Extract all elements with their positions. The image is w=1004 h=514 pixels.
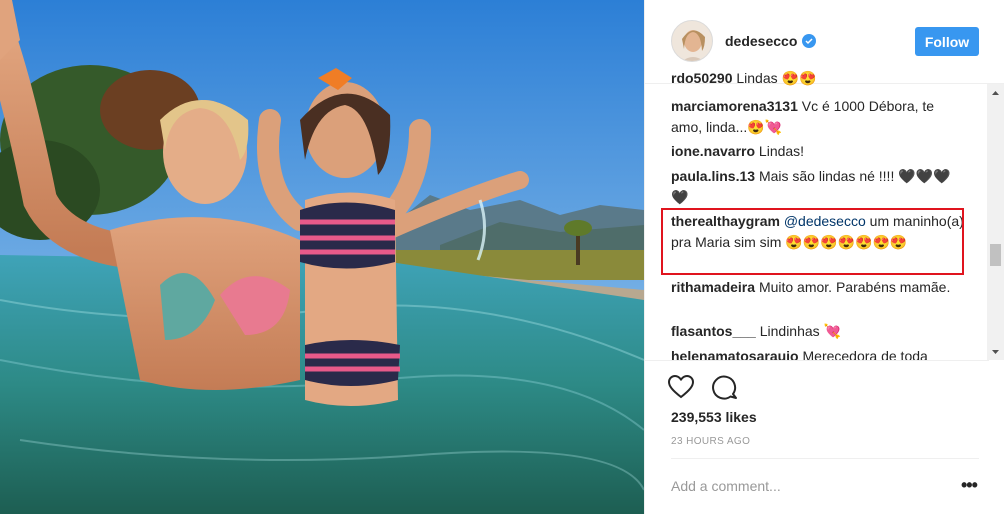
comment-icon[interactable] bbox=[711, 373, 739, 401]
follow-button[interactable]: Follow bbox=[915, 27, 979, 56]
comment-username[interactable]: flasantos___ bbox=[671, 323, 756, 339]
heart-icon[interactable] bbox=[667, 373, 695, 401]
highlight-annotation-box bbox=[661, 208, 964, 275]
comment-text: Merecedora de toda bbox=[802, 348, 928, 360]
comment-item: marciamorena3131 Vc é 1000 Débora, te am… bbox=[671, 96, 965, 138]
comment-username[interactable]: rdo50290 bbox=[671, 70, 732, 86]
comments-list: rdo50290 Lindas 😍😍 marciamorena3131 Vc é… bbox=[645, 68, 989, 360]
scroll-down-arrow-icon[interactable] bbox=[987, 343, 1004, 360]
comment-username[interactable]: helenamatosaraujo bbox=[671, 348, 799, 360]
add-comment-input[interactable] bbox=[671, 476, 931, 496]
comment-item: flasantos___ Lindinhas 💘 bbox=[671, 321, 965, 342]
comment-text: Lindinhas 💘 bbox=[759, 323, 841, 339]
avatar[interactable] bbox=[671, 20, 713, 62]
comments-scrollbar[interactable] bbox=[987, 84, 1004, 360]
comment-username[interactable]: paula.lins.13 bbox=[671, 168, 755, 184]
post-sidebar: dedesecco Follow rdo50290 Lindas 😍😍 marc… bbox=[644, 0, 1004, 514]
post-image bbox=[0, 0, 644, 514]
post-actions: 239,553 likes 23 HOURS AGO bbox=[645, 360, 989, 456]
comment-item: ione.navarro Lindas! bbox=[671, 141, 965, 162]
comment-text: Muito amor. Parabéns mamãe. bbox=[758, 279, 951, 295]
verified-badge-icon bbox=[802, 34, 817, 48]
comment-text: Lindas! bbox=[758, 143, 805, 159]
scroll-up-arrow-icon[interactable] bbox=[987, 84, 1004, 101]
comment-username[interactable]: rithamadeira bbox=[671, 279, 755, 295]
comment-item: paula.lins.13 Mais são lindas né !!!! 🖤🖤… bbox=[671, 166, 965, 208]
add-comment-section: ••• bbox=[671, 458, 979, 514]
comment-item: rithamadeira Muito amor. Parabéns mamãe. bbox=[671, 277, 965, 298]
avatar-image bbox=[672, 21, 712, 61]
likes-count[interactable]: 239,553 likes bbox=[671, 409, 757, 425]
comment-item: helenamatosaraujo Merecedora de toda bbox=[671, 346, 965, 360]
comment-username[interactable]: ione.navarro bbox=[671, 143, 755, 159]
comment-text: Lindas 😍😍 bbox=[736, 70, 817, 86]
scrollbar-thumb[interactable] bbox=[990, 244, 1001, 266]
comment-item: rdo50290 Lindas 😍😍 bbox=[671, 68, 965, 89]
post-timestamp[interactable]: 23 HOURS AGO bbox=[671, 436, 750, 447]
post-photo[interactable] bbox=[0, 0, 644, 514]
comment-username[interactable]: marciamorena3131 bbox=[671, 98, 798, 114]
more-options-icon[interactable]: ••• bbox=[961, 475, 978, 496]
post-author-username[interactable]: dedesecco bbox=[725, 33, 797, 49]
